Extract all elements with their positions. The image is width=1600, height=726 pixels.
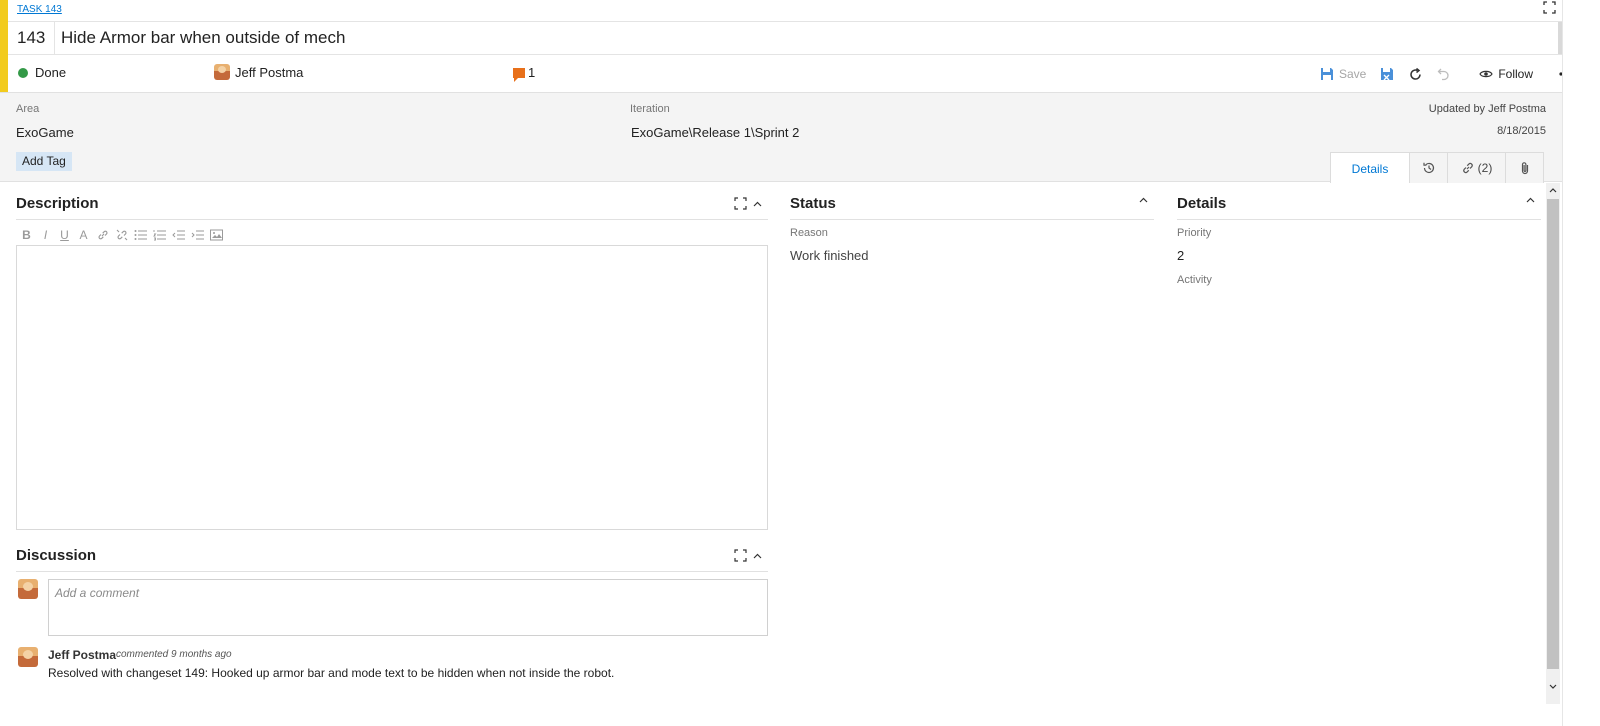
refresh-icon bbox=[1410, 67, 1422, 80]
comment-text: Resolved with changeset 149: Hooked up a… bbox=[48, 666, 615, 680]
page-tabs: Details (2) bbox=[1330, 152, 1544, 184]
details-title: Details bbox=[1177, 195, 1227, 212]
discussion-section-header: Discussion bbox=[16, 535, 768, 572]
indent-icon[interactable] bbox=[191, 229, 204, 242]
iteration-label: Iteration bbox=[630, 103, 670, 115]
area-field[interactable]: ExoGame bbox=[16, 125, 74, 140]
paperclip-icon bbox=[1521, 162, 1528, 175]
updated-date: 8/18/2015 bbox=[1497, 125, 1546, 137]
numbered-list-icon[interactable] bbox=[153, 229, 166, 242]
state-dot-icon bbox=[18, 67, 28, 78]
assignee-name: Jeff Postma bbox=[235, 64, 304, 80]
status-title: Status bbox=[790, 195, 836, 212]
task-id: 143 bbox=[17, 28, 46, 47]
save-close-icon bbox=[1381, 68, 1394, 81]
rich-text-toolbar: B I U A bbox=[20, 229, 223, 242]
state-label: Done bbox=[35, 65, 67, 80]
tab-details[interactable]: Details bbox=[1331, 153, 1409, 184]
discussion-controls bbox=[734, 549, 762, 562]
save-icon bbox=[1320, 68, 1333, 80]
status-section-header: Status bbox=[790, 183, 1154, 220]
follow-label: Follow bbox=[1498, 67, 1533, 81]
refresh-button[interactable] bbox=[1401, 62, 1430, 86]
header-toolbar: Save Follow bbox=[1313, 62, 1592, 86]
details-controls bbox=[1526, 197, 1535, 203]
work-item-form: TASK 143 143 Done Jeff Postma bbox=[0, 0, 1600, 726]
link-insert-icon[interactable] bbox=[96, 229, 109, 242]
avatar bbox=[18, 647, 38, 667]
scroll-up-arrow-icon[interactable] bbox=[1546, 183, 1560, 199]
bullet-list-icon[interactable] bbox=[134, 229, 147, 242]
underline-icon[interactable]: U bbox=[58, 229, 71, 242]
add-tag-button[interactable]: Add Tag bbox=[16, 152, 72, 171]
description-controls bbox=[734, 197, 762, 210]
description-title: Description bbox=[16, 195, 99, 212]
activity-label: Activity bbox=[1177, 274, 1212, 286]
bold-icon[interactable]: B bbox=[20, 229, 33, 242]
updated-by: Updated by Jeff Postma bbox=[1428, 103, 1546, 115]
tab-attachments[interactable] bbox=[1505, 153, 1543, 183]
comment-count-value: 1 bbox=[528, 65, 536, 80]
reason-label: Reason bbox=[790, 227, 828, 239]
discussion-title: Discussion bbox=[16, 547, 97, 564]
description-editor[interactable] bbox=[16, 245, 768, 530]
avatar bbox=[18, 579, 38, 599]
form-body: Description B I U A Discussion Add a com… bbox=[0, 183, 1546, 726]
avatar bbox=[214, 64, 230, 80]
tab-history[interactable] bbox=[1409, 153, 1447, 183]
collapse-chevron-icon[interactable] bbox=[1139, 197, 1148, 203]
save-button[interactable]: Save bbox=[1313, 62, 1373, 86]
link-icon bbox=[1462, 162, 1473, 174]
tab-details-label: Details bbox=[1351, 161, 1389, 176]
outer-page-edge bbox=[1562, 0, 1600, 726]
work-item-type-color-bar bbox=[0, 0, 8, 92]
history-icon bbox=[1422, 162, 1434, 174]
assigned-to-field[interactable]: Jeff Postma bbox=[214, 64, 303, 80]
highlight-icon[interactable]: A bbox=[77, 229, 90, 242]
scroll-thumb[interactable] bbox=[1547, 199, 1559, 669]
collapse-chevron-icon[interactable] bbox=[753, 553, 762, 559]
priority-label: Priority bbox=[1177, 227, 1212, 239]
details-section-header: Details bbox=[1177, 183, 1541, 220]
image-icon[interactable] bbox=[210, 229, 223, 242]
iteration-field[interactable]: ExoGame\Release 1\Sprint 2 bbox=[631, 125, 799, 140]
vertical-scrollbar[interactable] bbox=[1546, 183, 1560, 704]
work-item-header: TASK 143 143 Done Jeff Postma bbox=[8, 0, 1592, 92]
unlink-icon[interactable] bbox=[115, 229, 128, 242]
undo-icon bbox=[1437, 68, 1449, 81]
status-controls bbox=[1139, 197, 1148, 203]
tab-links-count: (2) bbox=[1477, 161, 1493, 175]
status-row: Done Jeff Postma 1 Save Follow bbox=[8, 56, 1592, 92]
reason-field[interactable]: Work finished bbox=[790, 248, 869, 263]
priority-field[interactable]: 2 bbox=[1177, 248, 1184, 263]
follow-button[interactable]: Follow bbox=[1472, 62, 1540, 86]
state-dropdown[interactable]: Done bbox=[18, 65, 66, 80]
add-comment-input[interactable] bbox=[48, 579, 768, 636]
title-row: 143 bbox=[8, 21, 1592, 55]
collapse-chevron-icon[interactable] bbox=[753, 201, 762, 207]
eye-icon bbox=[1479, 70, 1494, 78]
meta-panel: Area ExoGame Iteration ExoGame\Release 1… bbox=[0, 92, 1566, 184]
undo-button[interactable] bbox=[1430, 62, 1458, 86]
italic-icon[interactable]: I bbox=[39, 229, 52, 242]
description-section-header: Description bbox=[16, 183, 768, 220]
save-and-close-button[interactable] bbox=[1373, 62, 1401, 86]
scroll-down-arrow-icon[interactable] bbox=[1546, 679, 1560, 695]
comment-timestamp: commented 9 months ago bbox=[116, 649, 232, 660]
area-label: Area bbox=[16, 103, 40, 115]
tab-links[interactable]: (2) bbox=[1447, 153, 1505, 183]
comment-author: Jeff Postma bbox=[48, 648, 117, 662]
task-type-link[interactable]: TASK 143 bbox=[17, 4, 62, 15]
comment-count[interactable]: 1 bbox=[513, 65, 536, 82]
maximize-section-icon[interactable] bbox=[734, 549, 747, 562]
collapse-chevron-icon[interactable] bbox=[1526, 197, 1535, 203]
comment-icon bbox=[513, 67, 525, 82]
maximize-section-icon[interactable] bbox=[734, 197, 747, 210]
title-input[interactable] bbox=[54, 22, 1518, 54]
save-label: Save bbox=[1338, 67, 1367, 81]
maximize-icon[interactable] bbox=[1540, 0, 1558, 18]
outdent-icon[interactable] bbox=[172, 229, 185, 242]
